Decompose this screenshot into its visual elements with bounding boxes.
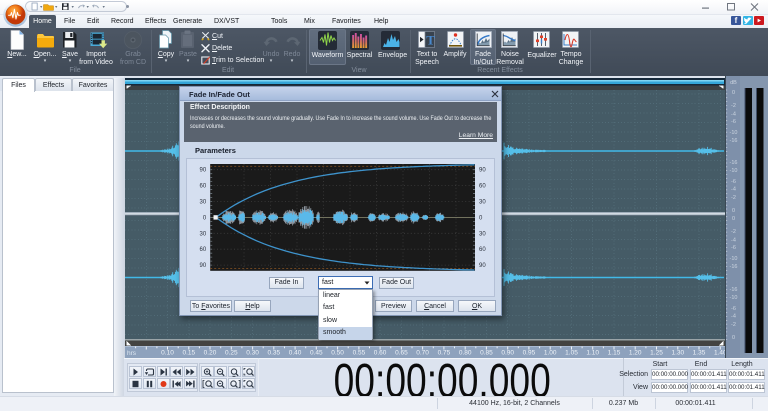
svg-text:-10: -10 — [730, 168, 738, 174]
svg-text:1.25: 1.25 — [650, 350, 663, 357]
svg-text:-6: -6 — [731, 306, 736, 312]
svg-text:60: 60 — [479, 247, 486, 253]
svg-text:-4: -4 — [731, 187, 736, 193]
svg-text:1.10: 1.10 — [586, 350, 599, 357]
svg-text:-4: -4 — [731, 112, 736, 118]
svg-text:-16: -16 — [730, 160, 738, 166]
svg-text:30: 30 — [479, 200, 486, 206]
svg-text:-10: -10 — [730, 295, 738, 301]
svg-text:1.05: 1.05 — [565, 350, 578, 357]
svg-text:-4: -4 — [731, 314, 736, 320]
svg-text:0.15: 0.15 — [182, 350, 195, 357]
svg-text:90: 90 — [479, 263, 486, 269]
svg-text:60: 60 — [479, 184, 486, 190]
svg-text:0.45: 0.45 — [310, 350, 323, 357]
svg-text:0.35: 0.35 — [267, 350, 280, 357]
svg-text:0.25: 0.25 — [225, 350, 238, 357]
svg-text:1.15: 1.15 — [608, 350, 621, 357]
svg-text:90: 90 — [200, 263, 207, 269]
svg-text:0.30: 0.30 — [246, 350, 259, 357]
svg-text:30: 30 — [200, 200, 207, 206]
svg-text:1.35: 1.35 — [693, 350, 706, 357]
svg-text:-6: -6 — [731, 245, 736, 251]
svg-text:-4: -4 — [731, 238, 736, 244]
svg-text:1.20: 1.20 — [629, 350, 642, 357]
svg-text:90: 90 — [479, 168, 486, 174]
svg-text:-16: -16 — [730, 264, 738, 270]
svg-text:0: 0 — [732, 208, 735, 214]
svg-text:30: 30 — [200, 231, 207, 237]
svg-text:-10: -10 — [730, 256, 738, 262]
svg-text:1.30: 1.30 — [671, 350, 684, 357]
svg-text:0: 0 — [732, 335, 735, 341]
svg-text:hrs: hrs — [127, 350, 137, 357]
svg-text:60: 60 — [200, 184, 207, 190]
svg-text:60: 60 — [200, 247, 207, 253]
svg-text:-6: -6 — [731, 119, 736, 125]
svg-text:0: 0 — [732, 90, 735, 96]
svg-text:0.40: 0.40 — [289, 350, 302, 357]
svg-text:-6: -6 — [731, 179, 736, 185]
svg-text:T: T — [426, 33, 435, 48]
svg-text:-2: -2 — [731, 229, 736, 235]
svg-text:0.10: 0.10 — [161, 350, 174, 357]
svg-text:-10: -10 — [730, 130, 738, 136]
svg-text:0: 0 — [732, 216, 735, 222]
svg-text:-2: -2 — [731, 103, 736, 109]
svg-text:-2: -2 — [731, 195, 736, 201]
svg-text:90: 90 — [200, 168, 207, 174]
svg-text:0.20: 0.20 — [204, 350, 217, 357]
svg-text:1.40: 1.40 — [714, 350, 725, 357]
svg-text:dB: dB — [730, 80, 737, 86]
svg-text:30: 30 — [479, 231, 486, 237]
svg-text:-16: -16 — [730, 287, 738, 293]
svg-text:-16: -16 — [730, 138, 738, 144]
svg-text:-2: -2 — [731, 322, 736, 328]
